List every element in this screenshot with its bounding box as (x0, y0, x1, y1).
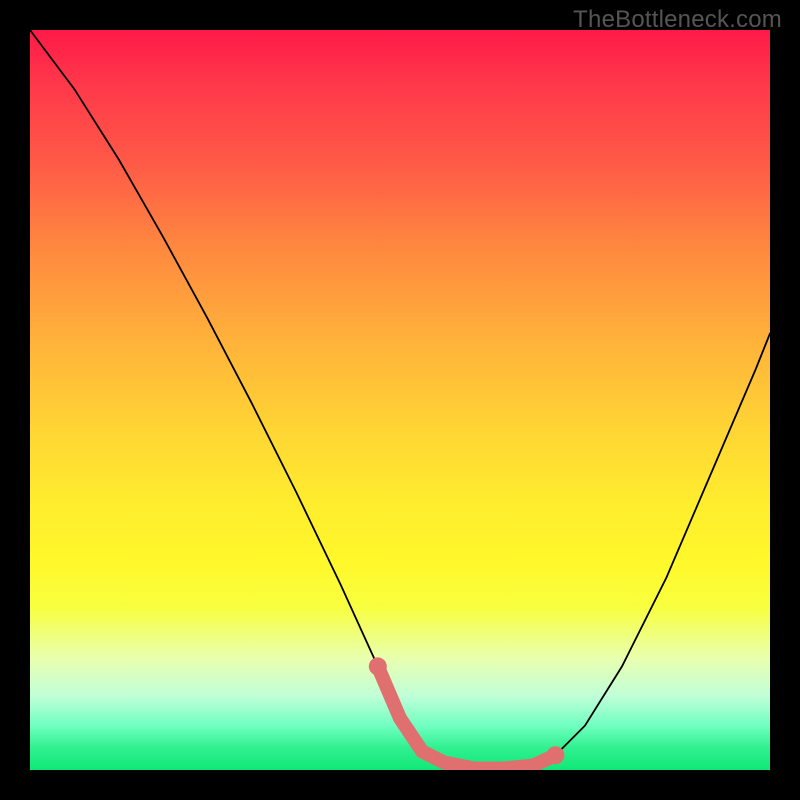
flat-region-endpoint (546, 746, 564, 764)
plot-area (30, 30, 770, 770)
bottleneck-curve (30, 30, 770, 769)
flat-region-markers (369, 657, 565, 768)
flat-region-endpoint (369, 657, 387, 675)
watermark-text: TheBottleneck.com (573, 6, 782, 34)
flat-region-stroke (378, 666, 556, 768)
chart-svg (30, 30, 770, 770)
